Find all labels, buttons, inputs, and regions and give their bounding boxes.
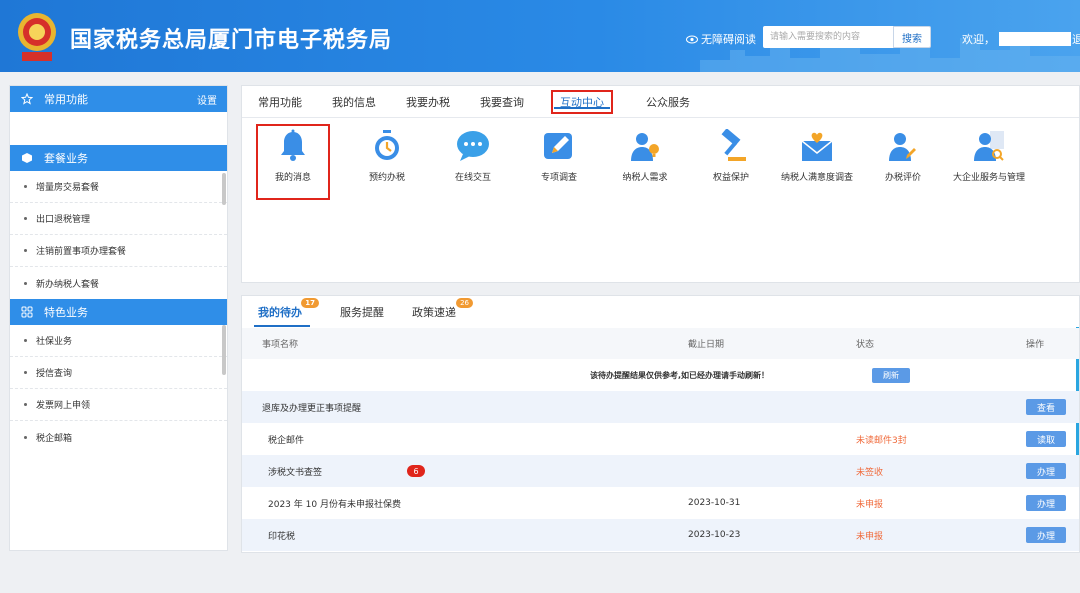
site-title: 国家税务总局厦门市电子税务局: [70, 28, 393, 53]
eye-icon: [686, 35, 698, 43]
func-survey[interactable]: 专项调查: [516, 126, 602, 198]
func-satisfaction-survey[interactable]: 纳税人满意度调查: [774, 126, 860, 198]
search-input[interactable]: [763, 26, 893, 48]
bullet: [24, 249, 27, 252]
user-edit-icon: [883, 126, 923, 166]
package-scrollbar[interactable]: [222, 173, 226, 205]
refresh-button[interactable]: 刷新: [872, 367, 910, 383]
top-header: 国家税务总局厦门市电子税务局 无障碍阅读 搜索 欢迎， 退: [0, 0, 1080, 72]
sidebar-header-label: 特色业务: [44, 306, 88, 319]
tab-interaction-center[interactable]: 互动中心: [551, 89, 613, 114]
logout-link[interactable]: 退: [1072, 31, 1080, 47]
handle-button[interactable]: 办理: [1026, 527, 1066, 543]
sidebar-header-label: 常用功能: [44, 93, 88, 106]
sidebar-item-special-0[interactable]: 社保业务: [10, 325, 227, 357]
chat-icon: [453, 126, 493, 166]
sidebar-item-package-1[interactable]: 出口退税管理: [10, 203, 227, 235]
table-row: 涉税文书查签 6 未签收 办理: [242, 455, 1079, 487]
function-grid: 我的消息 预约办税 在线交互 专项调查 纳税人需求 权益保护 纳税人满意度调查 …: [256, 124, 1032, 200]
func-service-rating[interactable]: 办税评价: [860, 126, 946, 198]
tab-do-tax[interactable]: 我要办税: [406, 86, 450, 117]
handle-button[interactable]: 办理: [1026, 463, 1066, 479]
table-row: 印花税 2023-10-23 未申报 办理: [242, 519, 1079, 551]
todo-tabs: 我的待办 17 服务提醒 政策速递 26: [242, 296, 1079, 327]
grid-icon: [20, 306, 34, 318]
func-my-messages[interactable]: 我的消息: [256, 124, 330, 200]
stopwatch-icon: [367, 126, 407, 166]
sidebar: 常用功能 设置 套餐业务 增量房交易套餐 出口退税管理 注销前置事项办理套餐 新…: [9, 85, 228, 551]
policy-count-badge: 26: [456, 298, 473, 308]
tab-my-todo[interactable]: 我的待办 17: [254, 298, 319, 327]
bell-icon: [273, 126, 313, 166]
table-row: 2023 年 10 月份有未申报社保费 2023-10-31 未申报 办理: [242, 487, 1079, 519]
sidebar-item-special-2[interactable]: 发票网上申领: [10, 389, 227, 421]
sidebar-header-special[interactable]: 特色业务: [10, 299, 227, 325]
read-button[interactable]: 读取: [1026, 431, 1066, 447]
sidebar-item-package-2[interactable]: 注销前置事项办理套餐: [10, 235, 227, 267]
tab-divider: [242, 117, 1079, 118]
table-header: 事项名称 截止日期 状态 操作: [242, 328, 1079, 359]
handle-button[interactable]: 办理: [1026, 495, 1066, 511]
accessibility-label: 无障碍阅读: [701, 33, 756, 46]
notice-row: 该待办提醒结果仅供参考,如已经办理请手动刷新！ 刷新: [242, 359, 1079, 391]
bullet: [24, 185, 27, 188]
tax-emblem-icon: [18, 13, 56, 61]
tab-my-info[interactable]: 我的信息: [332, 86, 376, 117]
func-taxpayer-needs[interactable]: 纳税人需求: [602, 126, 688, 198]
edit-icon: [539, 126, 579, 166]
func-enterprise-service[interactable]: 大企业服务与管理: [946, 126, 1032, 198]
user-search-icon: [969, 126, 1009, 166]
func-online-chat[interactable]: 在线交互: [430, 126, 516, 198]
sidebar-header-label: 套餐业务: [44, 152, 88, 165]
package-list: 增量房交易套餐 出口退税管理 注销前置事项办理套餐 新办纳税人套餐: [10, 171, 227, 299]
cube-icon: [20, 152, 34, 164]
bullet: [24, 435, 27, 439]
special-scrollbar[interactable]: [222, 325, 226, 375]
todo-count-badge: 17: [301, 298, 319, 308]
func-rights-protection[interactable]: 权益保护: [688, 126, 774, 198]
sidebar-item-package-0[interactable]: 增量房交易套餐: [10, 171, 227, 203]
bullet: [24, 403, 27, 406]
document-count-badge: 6: [407, 465, 425, 477]
sidebar-item-package-3[interactable]: 新办纳税人套餐: [10, 267, 227, 299]
bullet: [24, 281, 27, 285]
sidebar-header-package[interactable]: 套餐业务: [10, 145, 227, 171]
sidebar-header-common[interactable]: 常用功能 设置: [10, 86, 227, 112]
bullet: [24, 339, 27, 342]
tab-query[interactable]: 我要查询: [480, 86, 524, 117]
tab-public-service[interactable]: 公众服务: [646, 86, 690, 117]
special-list: 社保业务 授信查询 发票网上申领 税企邮箱: [10, 325, 227, 453]
table-row: 税企邮件 未读邮件3封 读取: [242, 423, 1079, 455]
main-tabs: 常用功能 我的信息 我要办税 我要查询 互动中心 公众服务: [242, 86, 1079, 117]
search-button[interactable]: 搜索: [893, 26, 931, 48]
tab-common[interactable]: 常用功能: [258, 86, 302, 117]
bullet: [24, 217, 27, 220]
accessibility-link[interactable]: 无障碍阅读: [686, 31, 756, 47]
bullet: [24, 371, 27, 374]
mail-heart-icon: [797, 126, 837, 166]
sidebar-item-special-1[interactable]: 授信查询: [10, 357, 227, 389]
todo-panel: 我的待办 17 服务提醒 政策速递 26 事项名称 截止日期 状态 操作 该待办…: [241, 295, 1080, 553]
tab-policy-express[interactable]: 政策速递 26: [412, 298, 473, 327]
settings-link[interactable]: 设置: [197, 92, 217, 107]
user-idea-icon: [625, 126, 665, 166]
func-appointment[interactable]: 预约办税: [344, 126, 430, 198]
interaction-panel: 常用功能 我的信息 我要办税 我要查询 互动中心 公众服务 我的消息 预约办税 …: [241, 85, 1080, 283]
username-redacted: [999, 32, 1071, 46]
todo-table: 事项名称 截止日期 状态 操作 该待办提醒结果仅供参考,如已经办理请手动刷新！ …: [242, 328, 1079, 551]
table-row: 退库及办理更正事项提醒 查看: [242, 391, 1079, 423]
sidebar-item-special-3[interactable]: 税企邮箱: [10, 421, 227, 453]
notice-text: 该待办提醒结果仅供参考,如已经办理请手动刷新！: [590, 370, 770, 380]
welcome-text: 欢迎，: [962, 31, 1071, 47]
star-icon: [20, 93, 34, 105]
gavel-icon: [711, 126, 751, 166]
view-button[interactable]: 查看: [1026, 399, 1066, 415]
tab-service-reminder[interactable]: 服务提醒: [340, 304, 384, 327]
common-functions-empty: [10, 112, 227, 145]
